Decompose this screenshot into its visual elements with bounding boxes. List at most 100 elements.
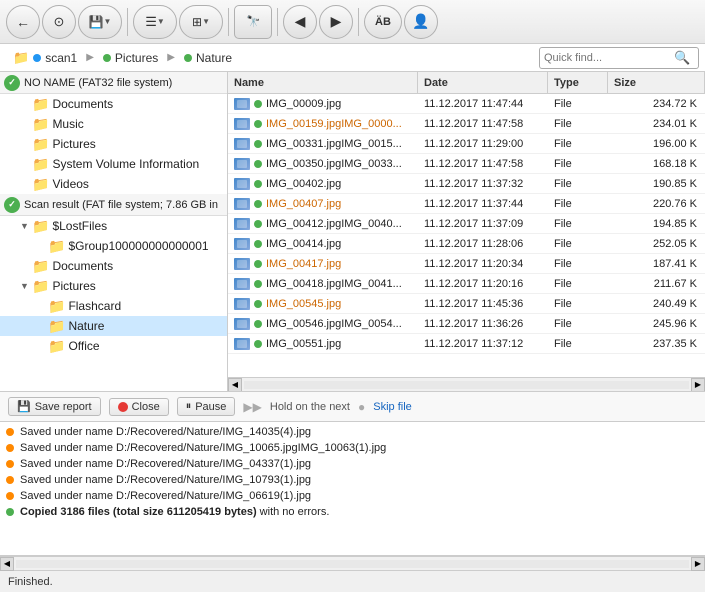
search-input[interactable] bbox=[544, 52, 674, 64]
file-cell-name: IMG_00546.jpgIMG_0054... bbox=[228, 314, 418, 333]
save-report-icon: 💾 bbox=[17, 400, 31, 413]
back-icon: ← bbox=[16, 14, 30, 30]
file-cell-name: IMG_00331.jpgIMG_0015... bbox=[228, 134, 418, 153]
search-button[interactable]: ⊙ bbox=[42, 5, 76, 39]
file-cell-type: File bbox=[548, 194, 608, 213]
tree-section-fat32[interactable]: ✓ NO NAME (FAT32 file system) bbox=[0, 72, 227, 94]
fat32-status-icon: ✓ bbox=[4, 75, 20, 91]
log-dot-icon bbox=[6, 476, 14, 484]
save-report-label: Save report bbox=[35, 401, 92, 413]
breadcrumb-nature[interactable]: Nature bbox=[177, 48, 239, 68]
tree-item-pictures-1[interactable]: 📁 Pictures bbox=[0, 134, 227, 154]
file-row[interactable]: IMG_00331.jpgIMG_0015... 11.12.2017 11:2… bbox=[228, 134, 705, 154]
tree-item-lostfiles[interactable]: ▼ 📁 $LostFiles bbox=[0, 216, 227, 236]
tree-item-pictures-2[interactable]: ▼ 📁 Pictures bbox=[0, 276, 227, 296]
file-row[interactable]: IMG_00407.jpg 11.12.2017 11:37:44 File 2… bbox=[228, 194, 705, 214]
back-button[interactable]: ← bbox=[6, 5, 40, 39]
file-cell-name: IMG_00417.jpg bbox=[228, 254, 418, 273]
header-date[interactable]: Date bbox=[418, 72, 548, 93]
hscroll-track[interactable] bbox=[244, 381, 689, 389]
file-row[interactable]: IMG_00009.jpg 11.12.2017 11:47:44 File 2… bbox=[228, 94, 705, 114]
file-row[interactable]: IMG_00551.jpg 11.12.2017 11:37:12 File 2… bbox=[228, 334, 705, 354]
file-cell-name: IMG_00412.jpgIMG_0040... bbox=[228, 214, 418, 233]
scan-button[interactable]: 🔭 bbox=[234, 5, 272, 39]
finished-text: Finished. bbox=[8, 576, 53, 588]
file-hscroll[interactable]: ◀ ▶ bbox=[228, 377, 705, 391]
pause-button[interactable]: ⏸ Pause bbox=[177, 397, 236, 416]
file-cell-date: 11.12.2017 11:37:44 bbox=[418, 194, 548, 213]
tree-item-nature[interactable]: 📁 Nature bbox=[0, 316, 227, 336]
file-type-icon bbox=[234, 238, 250, 250]
log-text: Saved under name D:/Recovered/Nature/IMG… bbox=[20, 442, 386, 454]
list-view-button[interactable]: ☰ ▼ bbox=[133, 5, 177, 39]
breadcrumb-scan1[interactable]: 📁 scan1 bbox=[6, 47, 84, 69]
file-list-header: Name Date Type Size bbox=[228, 72, 705, 94]
tree-item-flashcard[interactable]: 📁 Flashcard bbox=[0, 296, 227, 316]
bottom-status-bar: Finished. bbox=[0, 570, 705, 592]
header-size[interactable]: Size bbox=[608, 72, 705, 93]
file-status-dot bbox=[254, 220, 262, 228]
tree-item-documents-1[interactable]: 📁 Documents bbox=[0, 94, 227, 114]
dot-nature bbox=[184, 54, 192, 62]
log-line: Saved under name D:/Recovered/Nature/IMG… bbox=[0, 456, 705, 472]
log-hscroll-left-btn[interactable]: ◀ bbox=[0, 557, 14, 571]
folder-icon-flashcard: 📁 bbox=[48, 298, 65, 315]
file-status-dot bbox=[254, 140, 262, 148]
pause-label: Pause bbox=[195, 401, 226, 413]
file-cell-date: 11.12.2017 11:29:00 bbox=[418, 134, 548, 153]
file-row[interactable]: IMG_00546.jpgIMG_0054... 11.12.2017 11:3… bbox=[228, 314, 705, 334]
prev-button[interactable]: ◀ bbox=[283, 5, 317, 39]
tree-item-documents-2[interactable]: 📁 Documents bbox=[0, 256, 227, 276]
user-button[interactable]: 👤 bbox=[404, 5, 438, 39]
log-hscroll-track[interactable] bbox=[16, 560, 689, 568]
folder-icon-music: 📁 bbox=[32, 116, 49, 133]
file-row[interactable]: IMG_00417.jpg 11.12.2017 11:20:34 File 1… bbox=[228, 254, 705, 274]
save-report-button[interactable]: 💾 Save report bbox=[8, 397, 101, 416]
log-hscroll-right-btn[interactable]: ▶ bbox=[691, 557, 705, 571]
tree-item-sysvolinfo[interactable]: 📁 System Volume Information bbox=[0, 154, 227, 174]
file-row[interactable]: IMG_00412.jpgIMG_0040... 11.12.2017 11:3… bbox=[228, 214, 705, 234]
folder-icon-lostfiles: 📁 bbox=[32, 218, 49, 235]
file-row[interactable]: IMG_00545.jpg 11.12.2017 11:45:36 File 2… bbox=[228, 294, 705, 314]
file-cell-date: 11.12.2017 11:45:36 bbox=[418, 294, 548, 313]
file-row[interactable]: IMG_00350.jpgIMG_0033... 11.12.2017 11:4… bbox=[228, 154, 705, 174]
folder-icon-videos: 📁 bbox=[32, 176, 49, 193]
log-hscroll[interactable]: ◀ ▶ bbox=[0, 556, 705, 570]
header-type[interactable]: Type bbox=[548, 72, 608, 93]
hscroll-right-btn[interactable]: ▶ bbox=[691, 378, 705, 392]
next-button[interactable]: ▶ bbox=[319, 5, 353, 39]
file-row[interactable]: IMG_00414.jpg 11.12.2017 11:28:06 File 2… bbox=[228, 234, 705, 254]
tree-item-office[interactable]: 📁 Office bbox=[0, 336, 227, 356]
breadcrumb-pictures[interactable]: Pictures bbox=[96, 48, 165, 68]
list-icon: ☰ bbox=[145, 14, 157, 30]
file-cell-type: File bbox=[548, 334, 608, 353]
log-line: Saved under name D:/Recovered/Nature/IMG… bbox=[0, 488, 705, 504]
file-row[interactable]: IMG_00402.jpg 11.12.2017 11:37:32 File 1… bbox=[228, 174, 705, 194]
search-submit-icon[interactable]: 🔍 bbox=[674, 50, 690, 66]
tree-item-music[interactable]: 📁 Music bbox=[0, 114, 227, 134]
file-cell-date: 11.12.2017 11:47:58 bbox=[418, 154, 548, 173]
tree-item-videos[interactable]: 📁 Videos bbox=[0, 174, 227, 194]
tree-section-fat[interactable]: ✓ Scan result (FAT file system; 7.86 GB … bbox=[0, 194, 227, 216]
file-cell-date: 11.12.2017 11:20:16 bbox=[418, 274, 548, 293]
close-button[interactable]: Close bbox=[109, 398, 169, 416]
file-name-label: IMG_00546.jpgIMG_0054... bbox=[266, 318, 402, 330]
quick-find-box[interactable]: 🔍 bbox=[539, 47, 699, 69]
skip-file-link[interactable]: Skip file bbox=[373, 401, 412, 413]
save-icon: 💾 bbox=[89, 15, 104, 29]
file-cell-date: 11.12.2017 11:47:44 bbox=[418, 94, 548, 113]
tree-item-group[interactable]: 📁 $Group100000000000001 bbox=[0, 236, 227, 256]
log-text: Saved under name D:/Recovered/Nature/IMG… bbox=[20, 474, 311, 486]
tree-label-office: Office bbox=[68, 339, 99, 353]
file-row[interactable]: IMG_00418.jpgIMG_0041... 11.12.2017 11:2… bbox=[228, 274, 705, 294]
grid-view-button[interactable]: ⊞ ▼ bbox=[179, 5, 223, 39]
hscroll-left-btn[interactable]: ◀ bbox=[228, 378, 242, 392]
toolbar-separator-4 bbox=[358, 8, 359, 36]
file-row[interactable]: IMG_00159.jpgIMG_0000... 11.12.2017 11:4… bbox=[228, 114, 705, 134]
file-cell-size: 252.05 K bbox=[608, 234, 705, 253]
save-button[interactable]: 💾 ▼ bbox=[78, 5, 122, 39]
ab-button[interactable]: ÄB bbox=[364, 5, 402, 39]
header-name[interactable]: Name bbox=[228, 72, 418, 93]
file-type-icon bbox=[234, 278, 250, 290]
file-name-label: IMG_00407.jpg bbox=[266, 198, 341, 210]
